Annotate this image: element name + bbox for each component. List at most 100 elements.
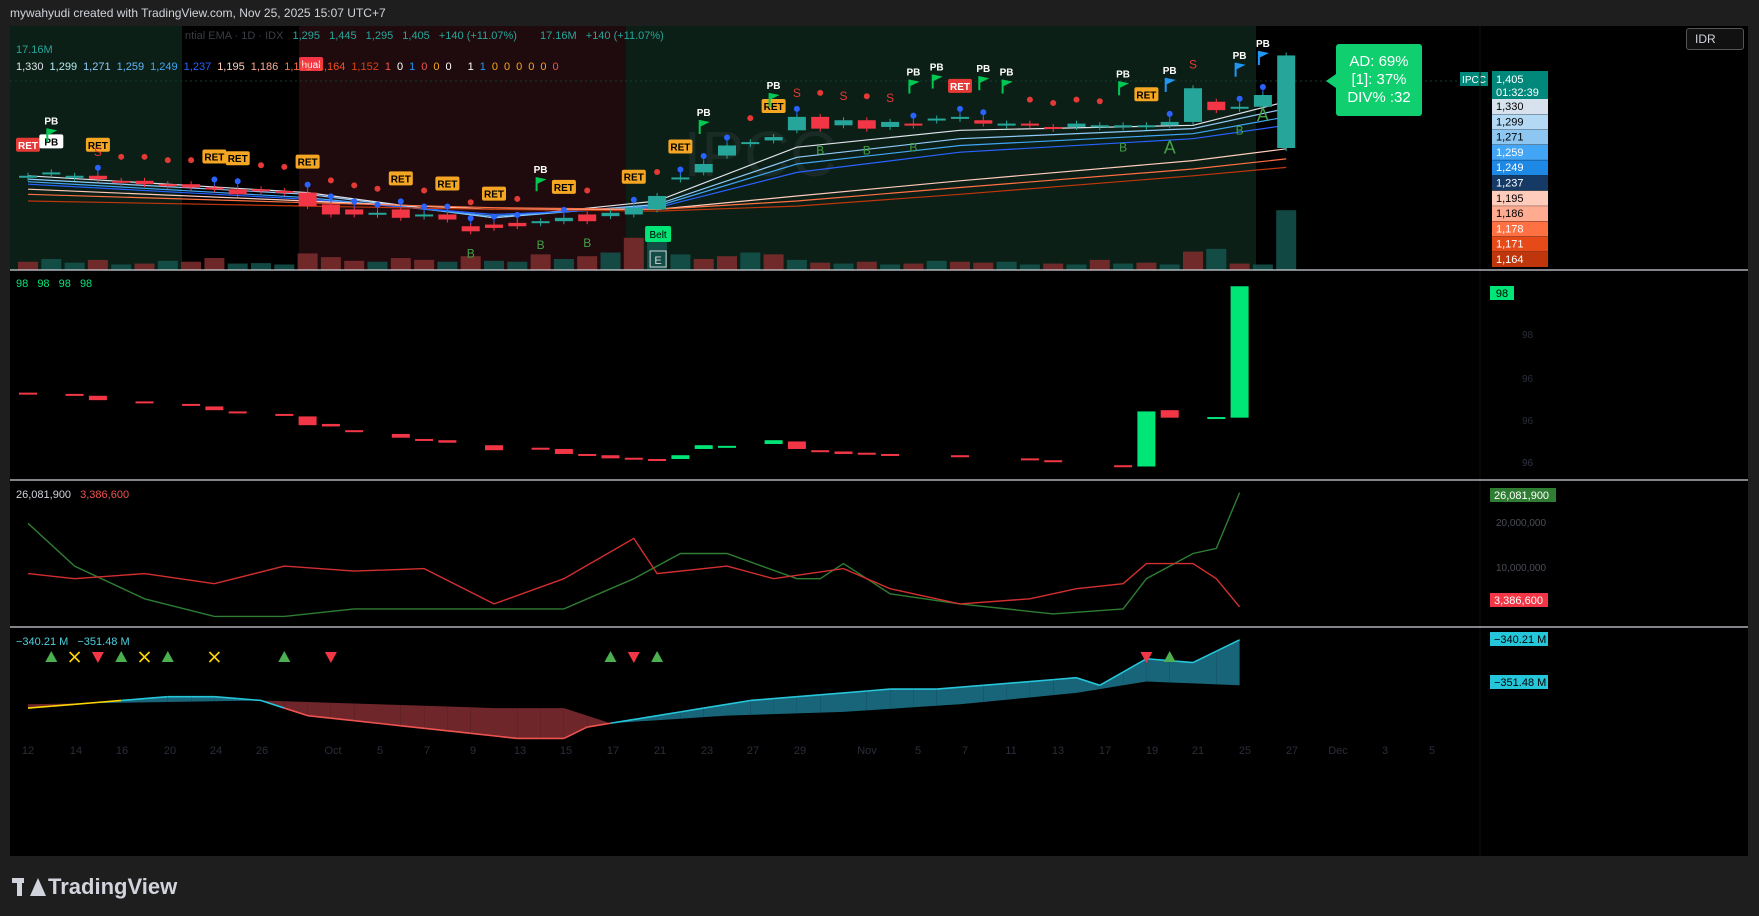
volume-bar	[64, 262, 85, 270]
legend-ema-6: 1,195	[217, 61, 245, 73]
legend-ema-7: 1,186	[250, 61, 279, 73]
red-dot	[281, 163, 288, 170]
pane3-legend: 26,081,900 3,386,600	[16, 489, 135, 501]
blue-pin	[677, 166, 684, 173]
pane2-bar	[1114, 465, 1133, 468]
volume-bar	[1229, 263, 1250, 270]
blue-pin	[351, 198, 358, 205]
time-axis-label: 17	[1099, 745, 1111, 757]
red-dot	[514, 195, 521, 202]
ret-label: RET	[298, 158, 318, 169]
ad-line2: [1]: 37%	[1351, 71, 1407, 88]
pane2-bar	[1160, 410, 1179, 418]
candle-body	[834, 120, 853, 126]
b-label: B	[1236, 123, 1244, 137]
pane4-fill	[1053, 677, 1077, 696]
blue-pin	[327, 193, 334, 200]
pane2-bar	[135, 401, 154, 404]
currency-selector[interactable]: IDR	[1686, 28, 1744, 50]
pane4-fill	[936, 687, 960, 706]
volume-bar	[111, 264, 132, 270]
candle-body	[182, 184, 201, 188]
pane2-legend-1: 98	[16, 278, 29, 290]
volume-bar	[623, 237, 644, 270]
legend-ema-8: 1,171	[284, 61, 312, 73]
volume-bar	[18, 261, 38, 270]
pane4-fill	[866, 689, 891, 711]
price-level: 1,271	[1496, 132, 1524, 144]
pane4-up-marker	[45, 651, 58, 662]
pane4-fill	[1169, 660, 1193, 684]
pb-label: PB	[1116, 69, 1130, 80]
time-axis-label: 17	[607, 745, 619, 757]
legend-signal-b-6: 0	[540, 61, 547, 73]
pb-label: PB	[767, 81, 781, 92]
volume-bar	[204, 258, 225, 270]
pane4-fill	[1029, 679, 1054, 698]
pb-flag	[1258, 50, 1269, 58]
blue-pin	[514, 211, 521, 218]
volume-bar	[437, 261, 458, 270]
candle-body	[718, 145, 736, 156]
pane4-fill	[377, 704, 401, 726]
pane4-up-marker	[278, 651, 291, 662]
ret-label: RET	[624, 173, 644, 184]
legend-ohlc-change: +140 (+11.07%)	[438, 30, 517, 42]
candle-body	[42, 172, 61, 175]
candle-body	[112, 180, 131, 183]
pane4-fill	[1076, 677, 1100, 693]
candle-body	[741, 142, 760, 145]
pane4-fill	[913, 689, 937, 708]
pb-label: PB	[1256, 39, 1270, 50]
candle-body	[508, 222, 527, 227]
time-axis-label: 25	[1239, 745, 1251, 757]
tradingview-logo[interactable]: TradingView	[12, 874, 177, 900]
legend-signal-a-2: 1	[409, 61, 416, 73]
pane2-bar	[182, 403, 201, 406]
candle-body	[927, 118, 946, 121]
chart-svg[interactable]: IPCCRET PB RETRET RET RETRET RETRETRETRETRETR…	[10, 26, 1748, 856]
s-label: S	[839, 89, 847, 103]
pane2-bar	[601, 455, 620, 459]
legend-ohlc-h: 1,445	[329, 30, 357, 42]
candle-body	[368, 212, 387, 215]
pane4-fill	[820, 692, 844, 713]
pane3-axis-20m: 20,000,000	[1496, 518, 1546, 529]
time-axis-label: 9	[470, 745, 476, 757]
legend-header: ntial EMA · 1D · IDX 1,295 1,445 1,295 1…	[185, 30, 670, 42]
pane2-bar	[764, 440, 783, 444]
volume-bar	[507, 261, 528, 270]
time-axis-label: 20	[164, 745, 176, 757]
time-axis-label: 5	[915, 745, 921, 757]
pane4-fill	[843, 691, 867, 712]
blue-pin	[700, 152, 707, 159]
pane4-up-marker	[604, 651, 617, 662]
pane2-bar	[298, 416, 317, 426]
legend-signal-a-0: 1	[384, 61, 391, 73]
volume-bar	[367, 261, 388, 270]
b-label: B	[1119, 140, 1127, 154]
blue-pin	[94, 164, 101, 171]
pane2-bar	[438, 440, 457, 443]
legend-ema-9: 1,164	[317, 61, 346, 73]
candle-body	[135, 180, 154, 185]
ad-line3: DIV% :32	[1347, 89, 1411, 106]
red-dot	[374, 185, 381, 192]
pane4-fill	[890, 689, 914, 709]
candle-body	[1137, 125, 1156, 128]
time-axis-label: 7	[424, 745, 430, 757]
blue-pin	[397, 198, 404, 205]
price-level: 1,299	[1496, 116, 1524, 128]
pane2-badge: 98	[1496, 288, 1508, 300]
legend-ema-1: 1,299	[49, 61, 78, 73]
time-axis-label: 24	[210, 745, 222, 757]
candle-body	[648, 195, 667, 210]
legend-vol-change: +140 (+11.07%)	[585, 30, 664, 42]
time-axis-label: 11	[1005, 745, 1016, 757]
red-dot	[188, 157, 195, 164]
volume-bar	[763, 254, 784, 270]
pane4-fill	[1006, 681, 1030, 700]
chart-area[interactable]: IPCC RET PB RET RET RET RET RET RET RET RET RET RET R…	[10, 26, 1748, 856]
volume-bar	[856, 261, 877, 270]
b-label: B	[583, 236, 591, 250]
